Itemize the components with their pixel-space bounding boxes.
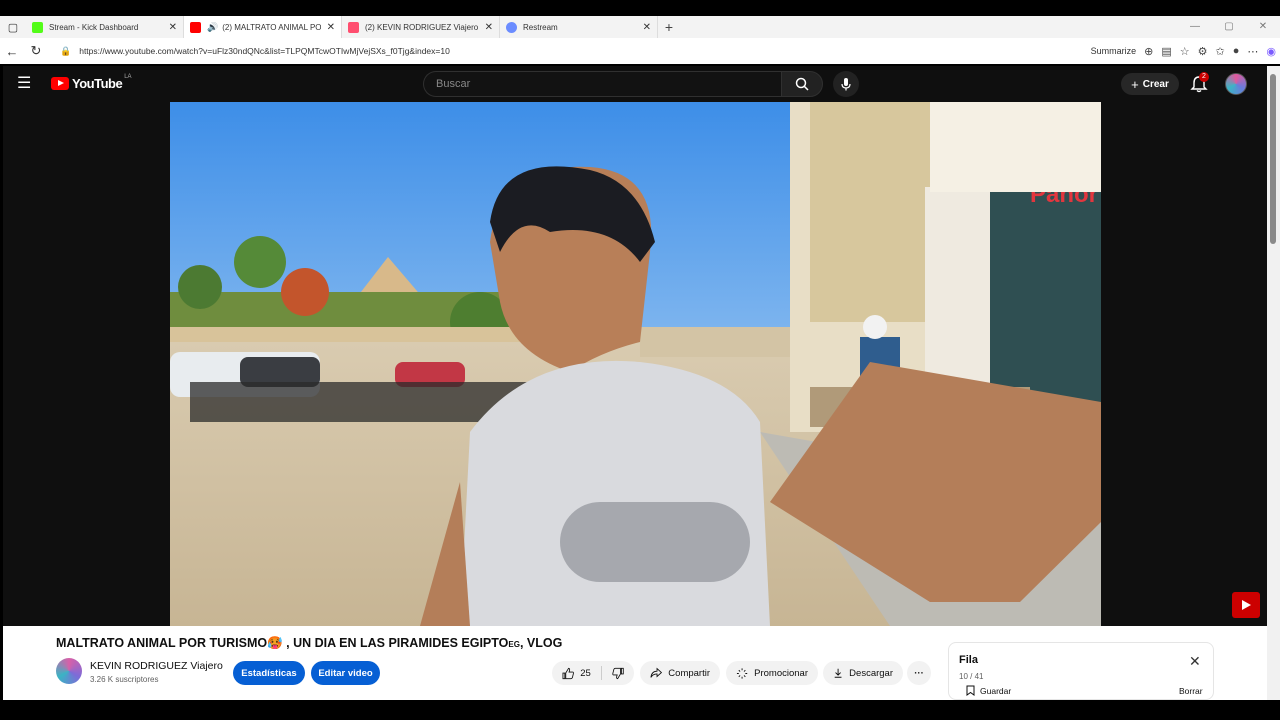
close-tab-icon[interactable]: ✕ [169, 22, 177, 33]
like-count[interactable]: 25 [580, 668, 591, 679]
notification-count-badge: 2 [1199, 72, 1209, 82]
close-tab-icon[interactable]: ✕ [485, 22, 493, 33]
youtube-logo[interactable]: YouTube LA [51, 73, 132, 91]
restream-favicon-icon [506, 21, 517, 33]
url-text: https://www.youtube.com/watch?v=uFlz30nd… [79, 46, 450, 56]
reader-icon[interactable]: ▤ [1161, 45, 1171, 58]
download-label: Descargar [849, 667, 893, 679]
close-tab-icon[interactable]: ✕ [643, 22, 651, 33]
youtube-play-icon [51, 77, 69, 90]
country-code: LA [124, 73, 132, 80]
close-tab-icon[interactable]: ✕ [327, 22, 335, 33]
thumbs-up-icon[interactable] [562, 667, 574, 680]
download-button[interactable]: Descargar [823, 661, 903, 685]
flag-text: EG [508, 640, 520, 649]
youtube-header: ☰ YouTube LA Buscar + Crear 2 [3, 66, 1267, 102]
download-icon [834, 668, 842, 678]
video-title-tail: , VLOG [519, 636, 563, 650]
like-dislike-control: 25 [552, 661, 634, 685]
speaker-icon[interactable]: 🔊 [207, 22, 218, 33]
tab-strip: ▢ Stream - Kick Dashboard ✕ 🔊 (2) MALTRA… [0, 16, 1280, 38]
back-icon[interactable]: ← [0, 39, 24, 63]
like-divider [600, 666, 602, 680]
close-queue-icon[interactable]: ✕ [1189, 653, 1201, 670]
channel-name[interactable]: KEVIN RODRIGUEZ Viajero [90, 660, 223, 672]
video-title: MALTRATO ANIMAL POR TURISMO🥵 , UN DIA EN… [56, 636, 562, 651]
summarize-button[interactable]: Summarize [1091, 46, 1137, 56]
browser-toolbar: Summarize ⊕ ▤ ☆ ⚙ ✩ ● ⋯ ◉ [1091, 38, 1276, 64]
tab-actions-icon[interactable]: ▢ [0, 16, 26, 38]
url-field[interactable]: 🔒 https://www.youtube.com/watch?v=uFlz30… [54, 41, 1034, 61]
new-tab-button[interactable]: + [658, 16, 680, 38]
promote-button[interactable]: Promocionar [726, 661, 818, 685]
more-actions-button[interactable]: ··· [907, 661, 931, 685]
save-label: Guardar [980, 685, 1012, 696]
thumbs-down-icon[interactable] [612, 667, 624, 680]
minimize-icon[interactable]: — [1178, 16, 1212, 38]
tab-restream[interactable]: Restream ✕ [500, 16, 658, 38]
close-window-icon[interactable]: ✕ [1246, 16, 1280, 38]
extensions-icon[interactable]: ⚙ [1198, 45, 1208, 58]
video-player[interactable]: Panor [170, 102, 1101, 626]
address-bar: ← ↻ 🔒 https://www.youtube.com/watch?v=uF… [0, 38, 1280, 64]
create-label: Crear [1142, 78, 1169, 90]
subscribe-watermark[interactable] [1232, 592, 1260, 618]
promote-icon [736, 667, 748, 679]
browser-window: ▢ Stream - Kick Dashboard ✕ 🔊 (2) MALTRA… [0, 0, 1280, 720]
share-button[interactable]: Compartir [640, 661, 720, 685]
kick-favicon-icon [32, 21, 43, 33]
bookmark-icon [966, 685, 975, 696]
play-icon [1242, 600, 1251, 610]
hamburger-menu-icon[interactable]: ☰ [17, 75, 37, 93]
channel-avatar[interactable] [56, 658, 82, 684]
queue-title: Fila [959, 654, 978, 666]
plus-icon: + [1131, 76, 1139, 92]
youtube-favicon-icon [190, 21, 201, 33]
queue-position: 10 / 41 [959, 672, 984, 681]
youtube-page: ☰ YouTube LA Buscar + Crear 2 Panor MALT… [3, 66, 1267, 700]
youtube-studio-favicon-icon [348, 21, 359, 33]
favorite-star-icon[interactable]: ☆ [1180, 45, 1190, 58]
refresh-icon[interactable]: ↻ [24, 39, 48, 63]
video-details: MALTRATO ANIMAL POR TURISMO🥵 , UN DIA EN… [3, 626, 1267, 700]
window-controls: — ▢ ✕ [1178, 16, 1280, 38]
share-icon [650, 667, 663, 678]
playlist-queue-panel: Fila 10 / 41 ✕ Guardar Borrar [948, 642, 1214, 700]
scrollbar-thumb[interactable] [1270, 74, 1276, 244]
stats-button[interactable]: Estadísticas [233, 661, 305, 685]
tab-maltrato-animal[interactable]: 🔊 (2) MALTRATO ANIMAL POR ✕ [184, 16, 342, 38]
voice-search-button[interactable] [833, 71, 859, 97]
account-avatar[interactable] [1225, 73, 1247, 95]
subscriber-count: 3.26 K suscriptores [90, 675, 159, 684]
tab-label: (2) KEVIN RODRIGUEZ Viajero - Y [365, 22, 479, 32]
search-button[interactable] [781, 71, 823, 97]
share-label: Compartir [668, 667, 710, 679]
youtube-wordmark: YouTube [72, 76, 123, 91]
maximize-icon[interactable]: ▢ [1212, 16, 1246, 38]
tab-kick-dashboard[interactable]: Stream - Kick Dashboard ✕ [26, 16, 184, 38]
clear-queue-button[interactable]: Borrar [1179, 686, 1203, 696]
save-queue-button[interactable]: Guardar [966, 685, 1011, 696]
extension-icon[interactable]: ⊕ [1144, 45, 1153, 58]
tab-kevin-rodriguez[interactable]: (2) KEVIN RODRIGUEZ Viajero - Y ✕ [342, 16, 500, 38]
page-scrollbar[interactable] [1267, 66, 1280, 700]
tab-label: Restream [523, 22, 558, 32]
create-button[interactable]: + Crear [1121, 73, 1179, 95]
edit-video-button[interactable]: Editar video [311, 661, 380, 685]
promote-label: Promocionar [754, 667, 808, 679]
more-menu-icon[interactable]: ⋯ [1247, 45, 1258, 58]
copilot-icon[interactable]: ◉ [1266, 45, 1276, 58]
microphone-icon [841, 78, 851, 91]
video-frame: Panor [170, 102, 1101, 626]
tab-label: Stream - Kick Dashboard [49, 22, 139, 32]
search-icon [795, 77, 809, 91]
favorites-icon[interactable]: ✩ [1216, 45, 1225, 58]
search-input[interactable]: Buscar [423, 71, 781, 97]
site-info-icon[interactable]: 🔒 [60, 46, 71, 57]
tab-label: (2) MALTRATO ANIMAL POR [222, 22, 321, 32]
video-title-text: MALTRATO ANIMAL POR TURISMO🥵 , UN DIA EN… [56, 636, 509, 650]
profile-icon[interactable]: ● [1233, 45, 1240, 57]
